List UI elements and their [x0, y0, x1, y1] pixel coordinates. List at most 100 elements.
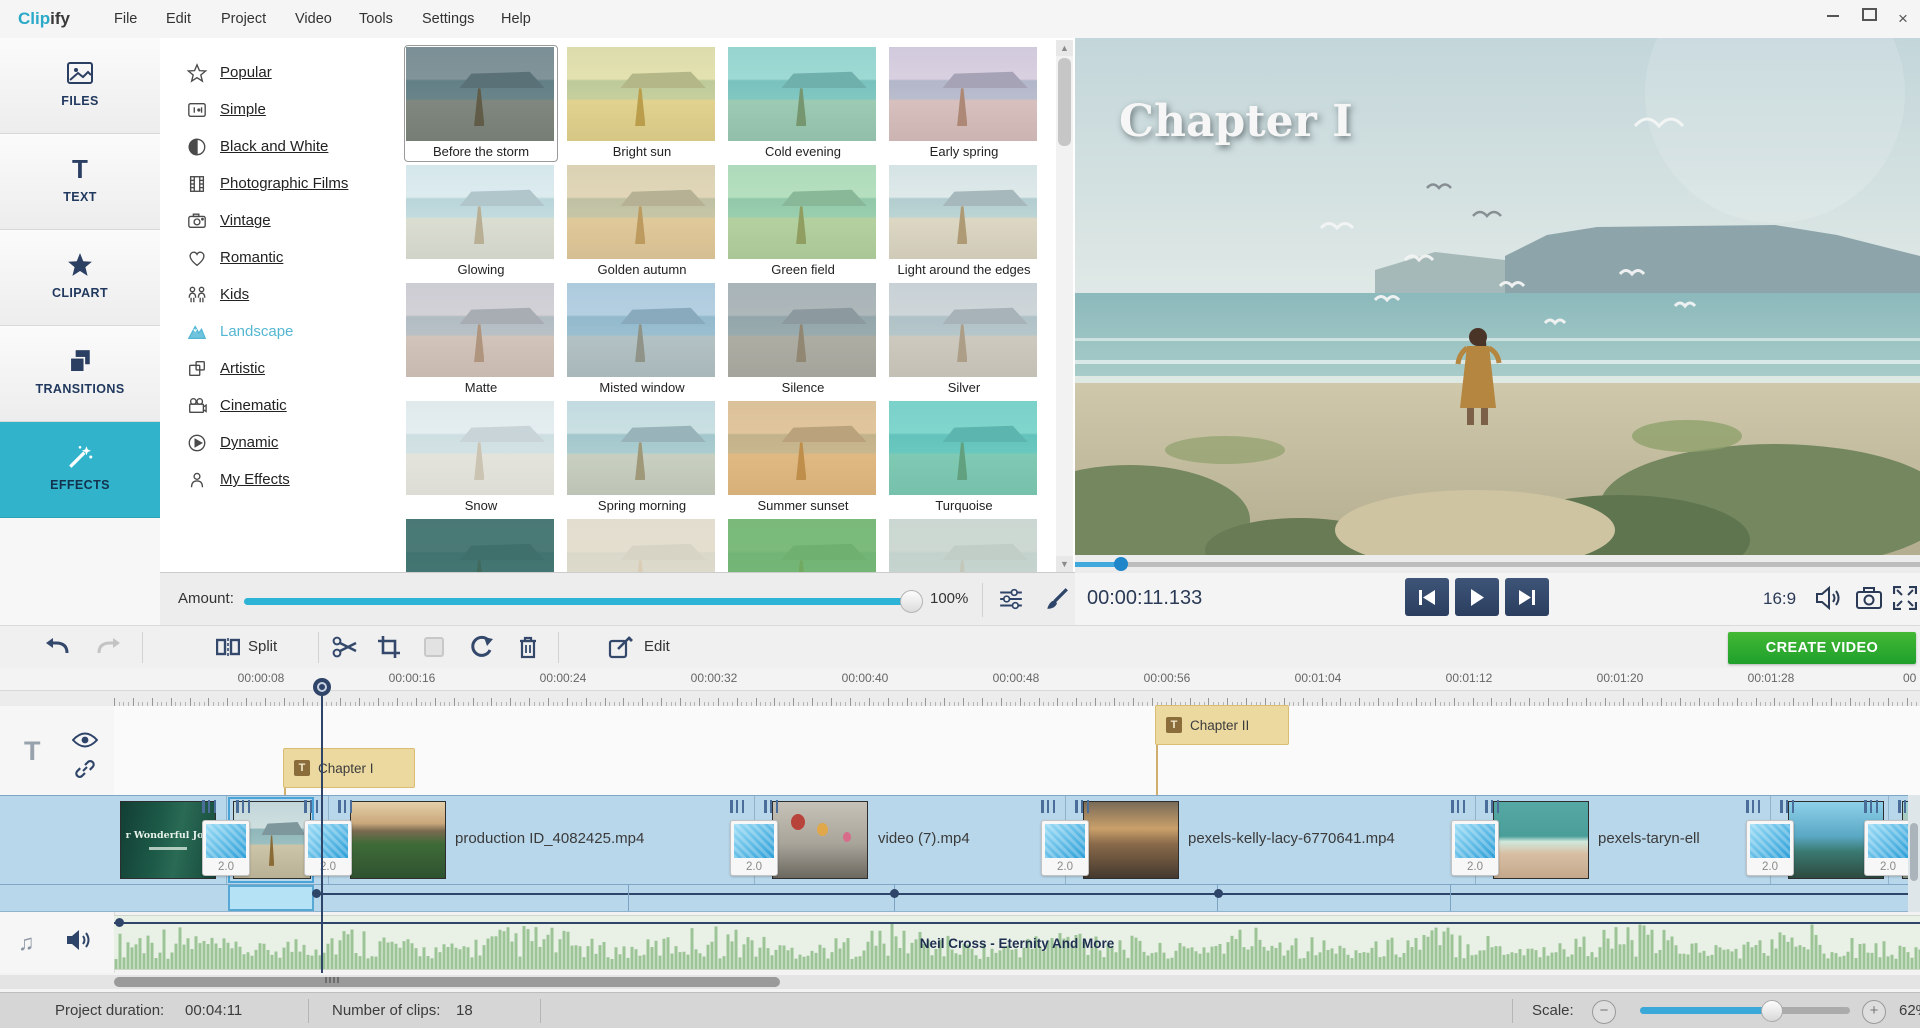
scale-slider-thumb[interactable] — [1761, 1000, 1783, 1022]
effect-tile[interactable]: Summer sunset — [726, 399, 880, 516]
next-frame-button[interactable] — [1505, 578, 1549, 616]
volume-envelope-point[interactable] — [890, 889, 899, 898]
clip-trim-handle[interactable] — [730, 800, 744, 813]
timeline-vertical-scrollbar[interactable] — [1908, 795, 1920, 912]
effect-tile[interactable]: Silver — [887, 281, 1041, 398]
snapshot-camera-icon[interactable] — [1856, 586, 1882, 612]
effects-category-artistic[interactable]: Artistic — [160, 350, 396, 387]
clip-trim-handle[interactable] — [338, 800, 352, 813]
scrollbar-thumb[interactable] — [1910, 823, 1918, 881]
volume-icon[interactable] — [1816, 586, 1842, 612]
menu-project[interactable]: Project — [207, 0, 280, 38]
effect-tile[interactable]: Cold evening — [726, 45, 880, 162]
clip-thumbnail[interactable] — [1493, 801, 1589, 879]
effects-category-cinematic[interactable]: Cinematic — [160, 387, 396, 424]
clip-trim-handle[interactable] — [764, 800, 778, 813]
amount-slider-thumb[interactable] — [900, 590, 923, 613]
clip-thumbnail[interactable] — [1083, 801, 1179, 879]
maximize-icon[interactable] — [1854, 8, 1884, 30]
video-track[interactable]: r Wonderful Jou2.02.02.02.02.02.02.0prod… — [0, 795, 1920, 885]
clip-trim-handle[interactable] — [202, 800, 216, 813]
volume-envelope-line[interactable] — [316, 893, 1920, 895]
scrollbar-thumb[interactable] — [114, 977, 780, 987]
amount-slider[interactable] — [244, 598, 912, 605]
adjustments-icon[interactable] — [998, 586, 1026, 614]
close-icon[interactable]: × — [1888, 8, 1918, 30]
play-button[interactable] — [1455, 578, 1499, 616]
create-video-button[interactable]: CREATE VIDEO — [1728, 632, 1916, 664]
timeline-ruler[interactable]: 00:00:0800:00:1600:00:2400:00:3200:00:40… — [0, 668, 1920, 706]
chapter-marker[interactable]: T Chapter I — [283, 748, 415, 788]
volume-lane[interactable] — [0, 885, 1920, 912]
rotate-icon[interactable] — [468, 635, 494, 661]
previous-frame-button[interactable] — [1405, 578, 1449, 616]
clip-thumbnail[interactable] — [772, 801, 868, 879]
effects-category-simple[interactable]: Simple — [160, 91, 396, 128]
timeline-horizontal-scrollbar[interactable] — [0, 975, 1920, 989]
crop-icon[interactable] — [377, 635, 403, 661]
effect-tile[interactable]: Light around the edges — [887, 163, 1041, 280]
effect-tile[interactable]: Turquoise — [887, 399, 1041, 516]
split-icon[interactable] — [216, 635, 242, 661]
aspect-ratio-label[interactable]: 16:9 — [1763, 589, 1796, 609]
transition-clip[interactable]: 2.0 — [304, 820, 352, 876]
minimize-icon[interactable] — [1818, 8, 1848, 30]
sidebar-item-effects[interactable]: EFFECTS — [0, 422, 160, 518]
transition-clip[interactable]: 2.0 — [1451, 820, 1499, 876]
effect-tile-partial[interactable] — [887, 517, 1041, 572]
mask-icon[interactable] — [422, 635, 448, 661]
zoom-in-button[interactable]: + — [1862, 1000, 1886, 1024]
transition-clip[interactable]: 2.0 — [202, 820, 250, 876]
transition-clip[interactable]: 2.0 — [1864, 820, 1912, 876]
effect-tile[interactable]: Golden autumn — [565, 163, 719, 280]
effects-category-black-and-white[interactable]: Black and White — [160, 128, 396, 165]
clip-trim-handle[interactable] — [304, 800, 318, 813]
sidebar-item-text[interactable]: T TEXT — [0, 134, 160, 230]
effect-tile-partial[interactable] — [726, 517, 880, 572]
effects-category-kids[interactable]: Kids — [160, 276, 396, 313]
undo-icon[interactable] — [44, 635, 70, 661]
zoom-out-button[interactable]: − — [1592, 1000, 1616, 1024]
effect-tile-partial[interactable] — [404, 517, 558, 572]
selected-clip-volume-segment[interactable] — [228, 885, 314, 911]
brush-icon[interactable] — [1044, 586, 1072, 614]
transition-clip[interactable]: 2.0 — [1746, 820, 1794, 876]
effects-category-romantic[interactable]: Romantic — [160, 239, 396, 276]
menu-tools[interactable]: Tools — [345, 0, 407, 38]
audio-envelope-line[interactable] — [114, 922, 1920, 924]
menu-settings[interactable]: Settings — [408, 0, 488, 38]
effect-tile[interactable]: Snow — [404, 399, 558, 516]
sidebar-item-files[interactable]: FILES — [0, 38, 160, 134]
clip-trim-handle[interactable] — [1041, 800, 1055, 813]
effect-tile[interactable]: Silence — [726, 281, 880, 398]
menu-help[interactable]: Help — [487, 0, 545, 38]
clip-thumbnail[interactable] — [350, 801, 446, 879]
link-icon[interactable] — [74, 758, 96, 785]
effect-tile[interactable]: Misted window — [565, 281, 719, 398]
audio-mute-icon[interactable] — [66, 928, 92, 957]
menu-video[interactable]: Video — [281, 0, 346, 38]
delete-icon[interactable] — [516, 635, 542, 661]
sidebar-item-transitions[interactable]: TRANSITIONS — [0, 326, 160, 422]
menu-edit[interactable]: Edit — [152, 0, 205, 38]
edit-button[interactable]: Edit — [644, 638, 670, 655]
fullscreen-icon[interactable] — [1893, 586, 1919, 612]
clip-trim-handle[interactable] — [236, 800, 250, 813]
sidebar-item-clipart[interactable]: CLIPART — [0, 230, 160, 326]
effects-category-landscape[interactable]: Landscape — [160, 313, 396, 350]
transition-clip[interactable]: 2.0 — [730, 820, 778, 876]
clip-trim-handle[interactable] — [1451, 800, 1465, 813]
clip-trim-handle[interactable] — [1746, 800, 1760, 813]
scissors-icon[interactable] — [332, 635, 358, 661]
audio-track[interactable]: Neil Cross - Eternity And More — [114, 915, 1920, 970]
effect-tile[interactable]: Green field — [726, 163, 880, 280]
scroll-down-icon[interactable]: ▼ — [1056, 556, 1073, 572]
transition-clip[interactable]: 2.0 — [1041, 820, 1089, 876]
effects-category-photographic-films[interactable]: Photographic Films — [160, 165, 396, 202]
seek-bar-thumb[interactable] — [1114, 557, 1128, 571]
audio-envelope-point[interactable] — [115, 918, 124, 927]
menu-file[interactable]: File — [100, 0, 151, 38]
effect-tile-partial[interactable] — [565, 517, 719, 572]
volume-envelope-point[interactable] — [1214, 889, 1223, 898]
clip-trim-handle[interactable] — [1075, 800, 1089, 813]
